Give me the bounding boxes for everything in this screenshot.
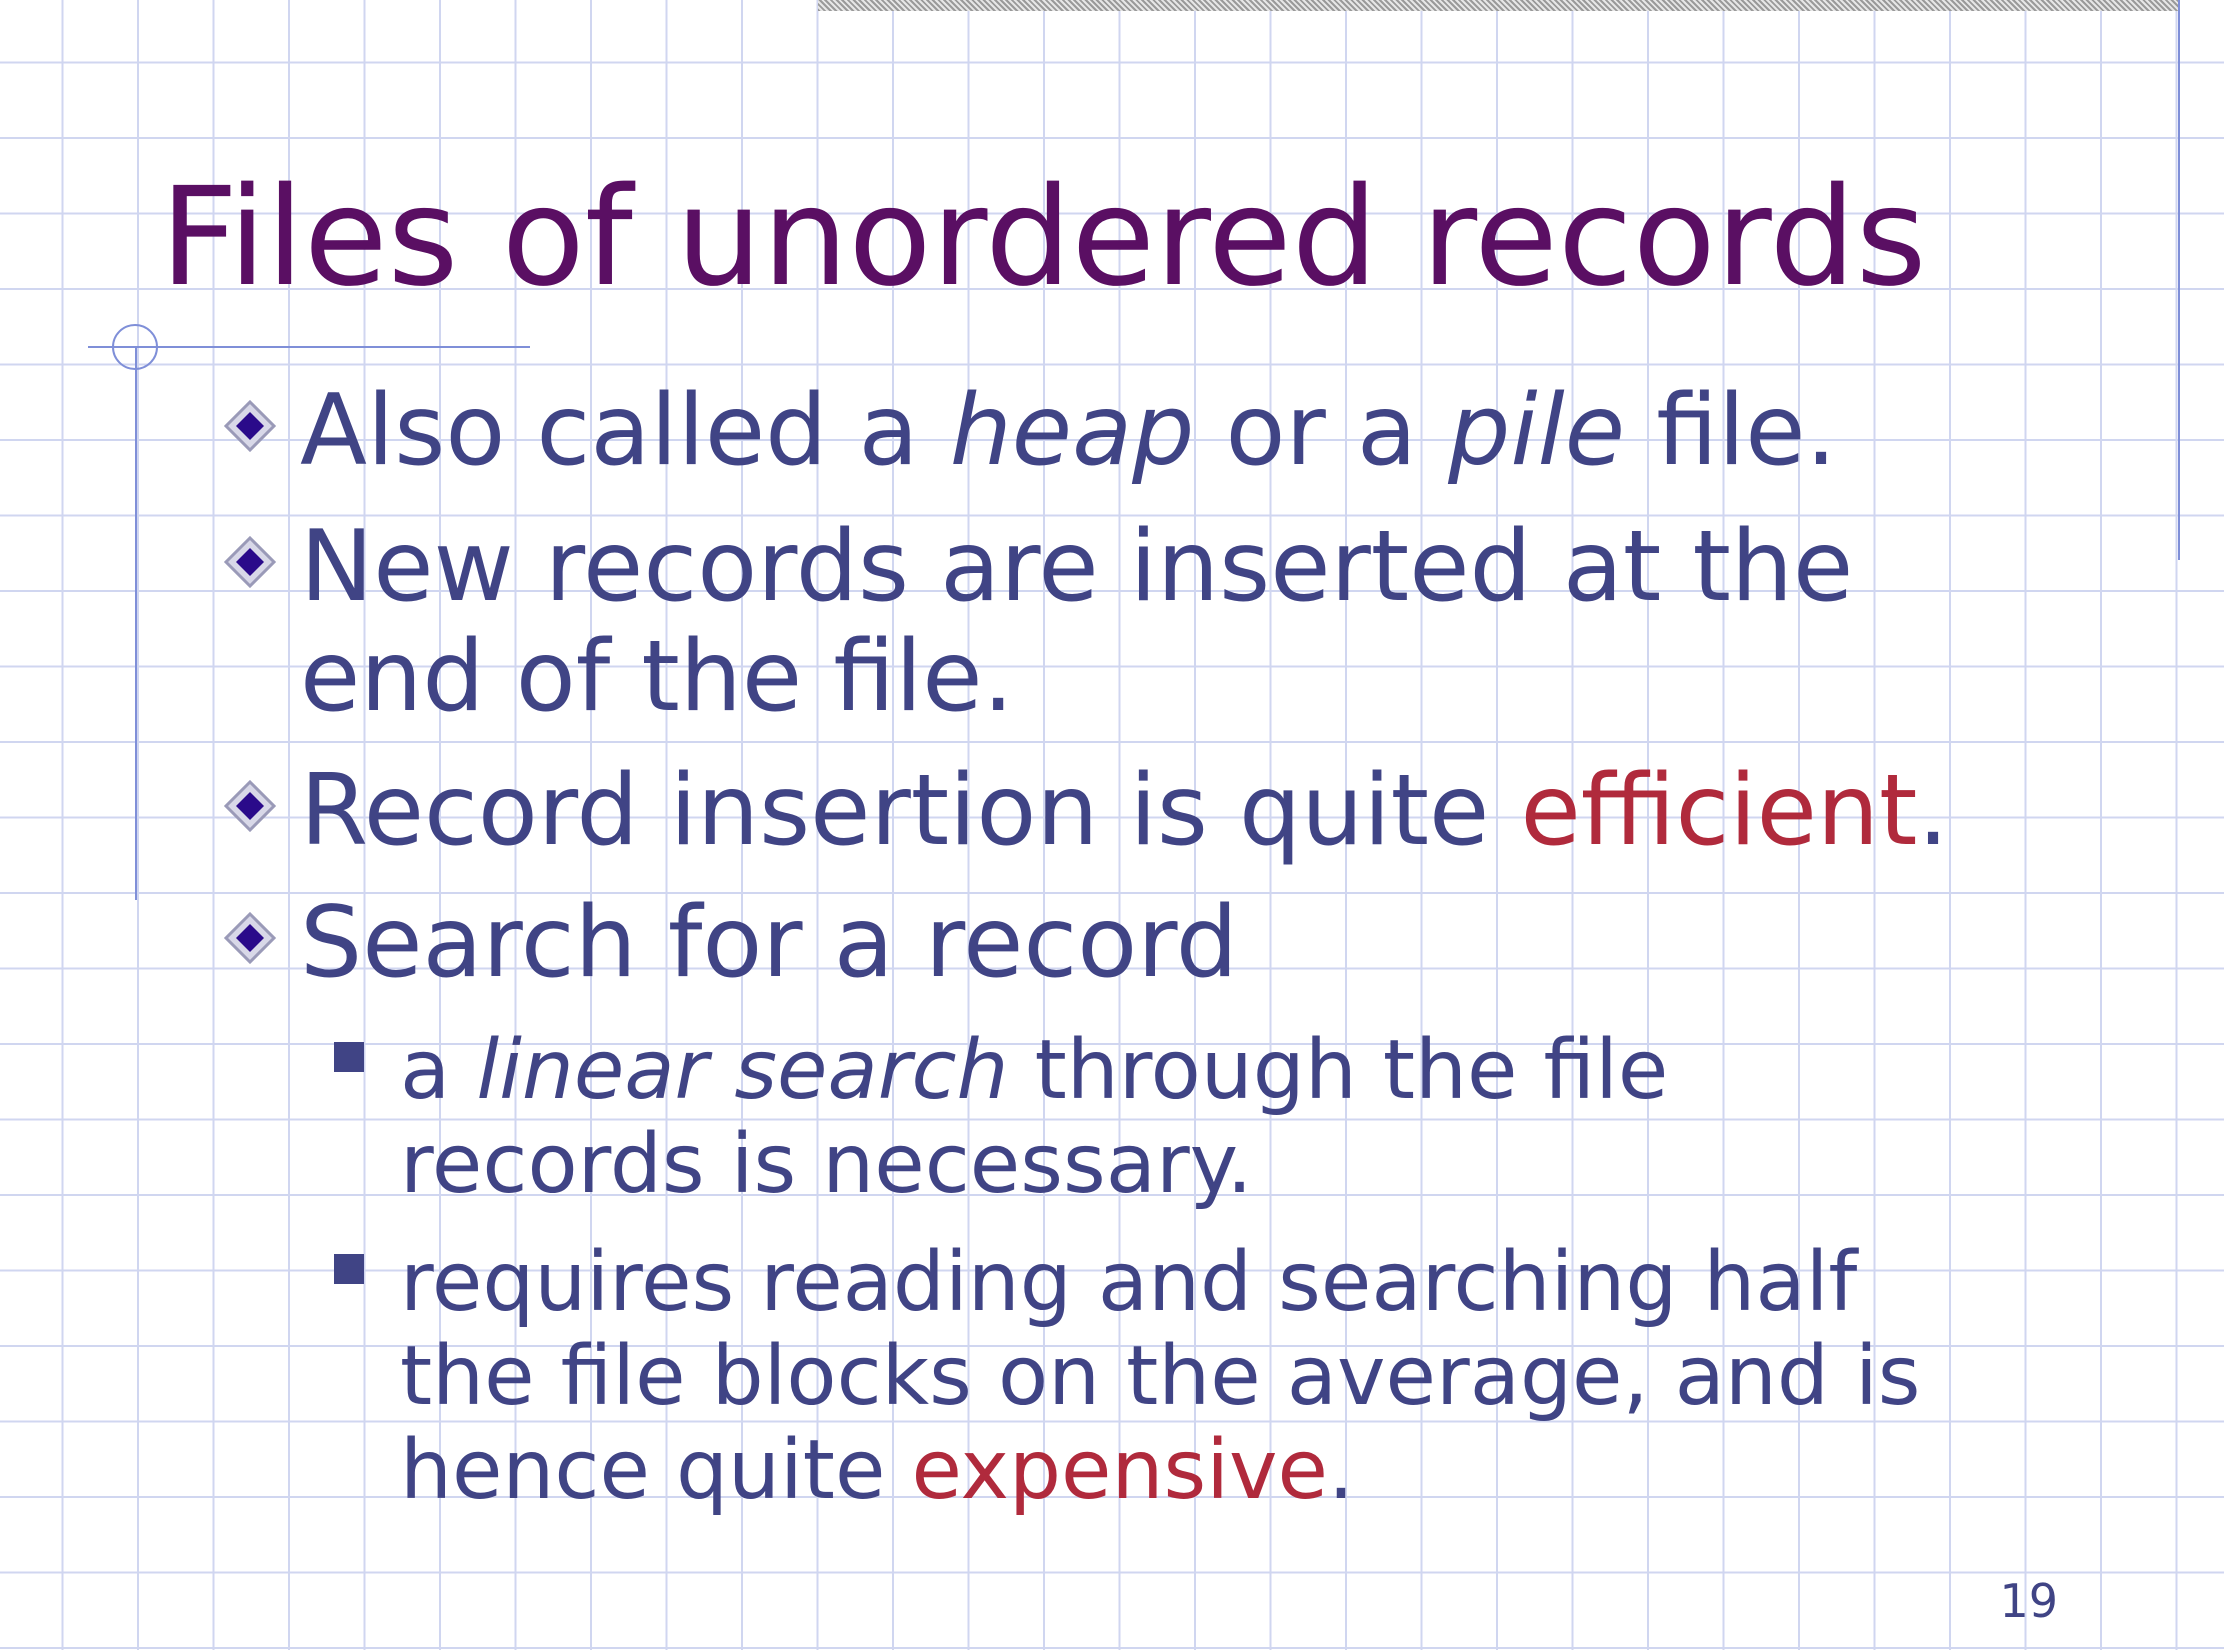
bullet-4-text: Search for a record	[300, 886, 1238, 1000]
diamond-bullet-icon	[224, 536, 276, 588]
slide-title: Files of unordered records	[160, 159, 1927, 317]
subbullet-1-text: a	[400, 1023, 477, 1118]
bullet-3-text-end: .	[1917, 754, 1949, 868]
subbullet-1-linear-search: linear search	[476, 1023, 1009, 1118]
subbullet-2-line-1: requires reading and searching half	[400, 1235, 1858, 1330]
subbullet-2-highlight: expensive	[911, 1423, 1328, 1518]
left-vertical-rule	[135, 346, 137, 900]
bullet-3-text: Record insertion is quite	[300, 754, 1521, 868]
diamond-bullet-icon	[224, 400, 276, 452]
subbullet-2-line-3: hence quite	[400, 1423, 912, 1518]
bullet-2-line-2: end of the file.	[300, 620, 1014, 734]
bullet-item-4: Search for a record	[224, 886, 1238, 1000]
bullet-1-pile: pile	[1448, 374, 1626, 488]
page-number: 19	[1999, 1574, 2058, 1628]
diamond-bullet-icon	[224, 912, 276, 964]
subbullet-1-line-2: records is necessary.	[400, 1117, 1253, 1212]
bullet-2-line-1: New records are inserted at the	[300, 510, 1854, 624]
subbullet-1-text-mid: through the file	[1008, 1023, 1669, 1118]
subbullet-item-2: requires reading and searching half the …	[334, 1235, 1921, 1518]
bullet-1-text: Also called a	[300, 374, 950, 488]
bullet-1-text-mid: or a	[1194, 374, 1449, 488]
subbullet-item-1: a linear search through the file records…	[334, 1023, 1669, 1212]
bullet-1-heap: heap	[949, 374, 1195, 488]
square-bullet-icon	[334, 1254, 364, 1284]
bullet-item-2: New records are inserted at the end of t…	[224, 510, 1854, 734]
subbullet-2-line-3-end: .	[1327, 1423, 1355, 1518]
right-vertical-rule	[2178, 0, 2180, 560]
crosshair-ornament-icon	[112, 324, 158, 370]
square-bullet-icon	[334, 1042, 364, 1072]
bullet-1-text-end: file.	[1625, 374, 1837, 488]
bullet-3-highlight: efficient	[1520, 754, 1918, 868]
bullet-item-3: Record insertion is quite efficient.	[224, 754, 1949, 868]
diamond-bullet-icon	[224, 780, 276, 832]
subbullet-2-line-2: the file blocks on the average, and is	[400, 1329, 1921, 1424]
top-decorative-bar	[818, 0, 2178, 11]
bullet-item-1: Also called a heap or a pile file.	[224, 374, 1837, 488]
